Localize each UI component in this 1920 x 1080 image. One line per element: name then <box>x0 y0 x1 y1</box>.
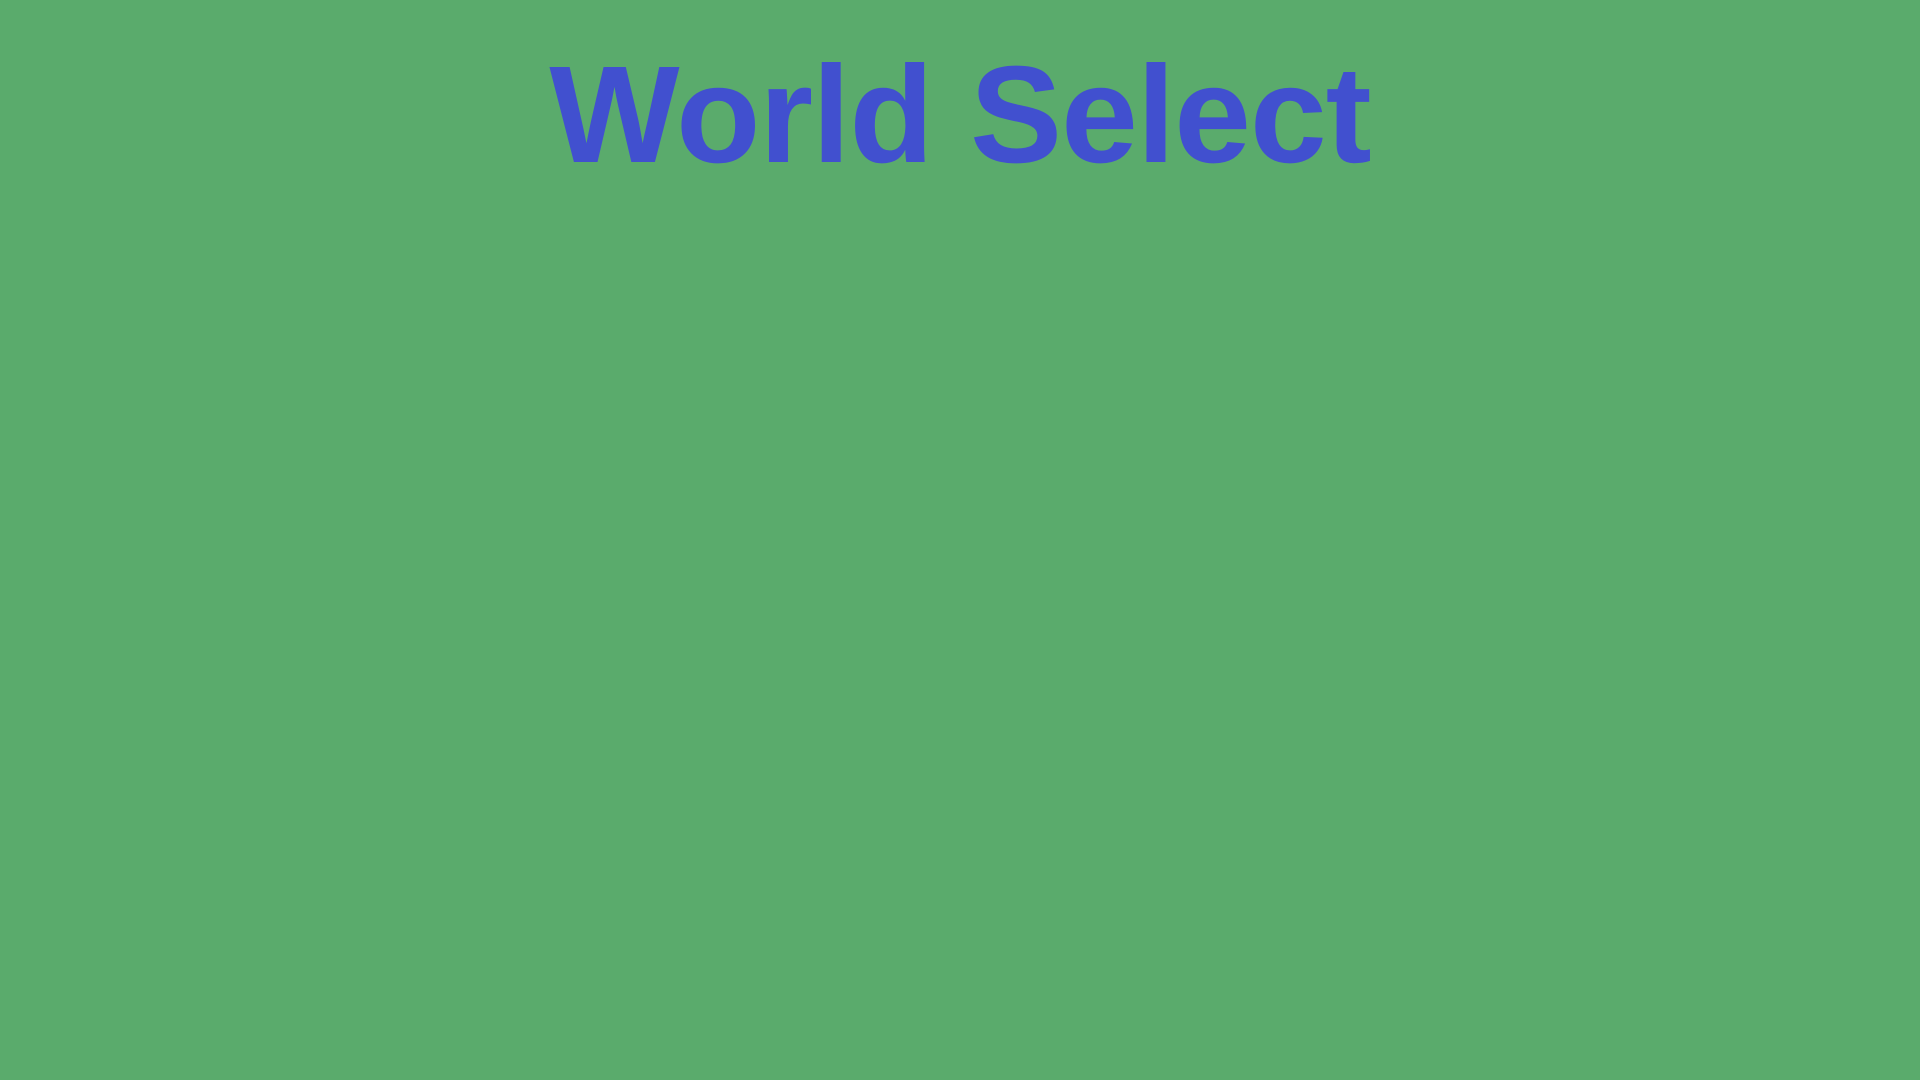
screen-title: World Select <box>549 38 1371 192</box>
world-select-screen: World Select <box>0 0 1920 1080</box>
